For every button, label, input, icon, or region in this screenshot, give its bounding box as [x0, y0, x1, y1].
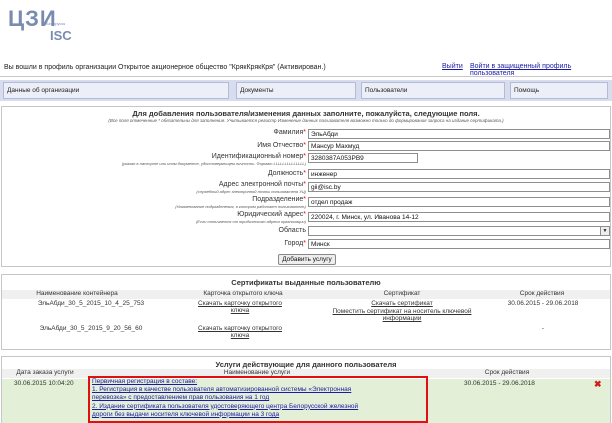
- container-name: ЭльАбди_30_5_2015_9_20_56_60: [39, 325, 143, 332]
- service-link-item[interactable]: перевозка» с предоставлением прав пользо…: [92, 394, 422, 402]
- field-label: Юридический адрес*: [237, 211, 306, 218]
- city-input[interactable]: Минск: [308, 239, 610, 249]
- field-label: Должность*: [267, 170, 306, 177]
- field-hint: (служебный адрес электронной почты польз…: [196, 189, 306, 194]
- service-link-item[interactable]: дороги без выдачи носителя ключевой инфо…: [92, 411, 422, 419]
- download-key-card-link[interactable]: Скачать карточку открытого ключа: [192, 325, 288, 339]
- logo-tiny: Белорусск: [46, 21, 66, 26]
- place-cert-link[interactable]: Поместить сертификат на носитель ключево…: [314, 308, 490, 322]
- validity-period: 30.06.2015 - 29.06.2018: [507, 300, 579, 307]
- main-nav: Данные об организации Документы Пользова…: [0, 80, 612, 101]
- service-link-item[interactable]: 2. Издание сертификата пользователя удос…: [92, 403, 422, 411]
- field-label: Фамилия*: [273, 129, 306, 136]
- form-title: Для добавления пользователя/изменения да…: [132, 109, 480, 118]
- certificates-section: Сертификаты выданные пользователю Наимен…: [1, 274, 611, 350]
- delete-icon[interactable]: ✖: [594, 379, 602, 390]
- divider: [0, 76, 612, 77]
- column-header: Карточка открытого ключа: [203, 290, 283, 297]
- service-link-title[interactable]: Первичная регистрация в составе:: [92, 378, 422, 386]
- service-link-item[interactable]: 1. Регистрация в качестве пользователя а…: [92, 386, 422, 394]
- column-header: Срок действия: [519, 290, 565, 297]
- download-key-card-link[interactable]: Скачать карточку открытого ключа: [192, 300, 288, 314]
- department-input[interactable]: отдел продаж: [308, 197, 610, 207]
- table-row: ЭльАбди_30_5_2015_10_4_25_753 Скачать ка…: [2, 300, 610, 325]
- field-label: Идентификационный номер*: [211, 153, 306, 160]
- field-hint: (Если отличается от юридического адреса …: [195, 219, 306, 224]
- nav-documents[interactable]: Документы: [236, 82, 356, 99]
- column-header: Дата заказа услуги: [16, 369, 74, 376]
- validity-period: -: [541, 325, 545, 332]
- logo: ЦЗИ Белорусск ISC: [8, 6, 78, 50]
- chevron-down-icon[interactable]: ▼: [600, 227, 609, 235]
- field-hint: (указан в паспорте или ином документе, у…: [121, 161, 306, 166]
- field-label: Область: [278, 227, 306, 234]
- download-cert-link[interactable]: Скачать сертификат: [362, 300, 442, 307]
- logo-sub: ISC: [50, 28, 72, 43]
- login-status: Вы вошли в профиль организации Открытое …: [4, 64, 326, 71]
- certificates-title: Сертификаты выданные пользователю: [231, 278, 381, 287]
- service-period: 30.06.2015 - 29.06.2018: [464, 380, 535, 387]
- certificates-header: Наименование контейнера Карточка открыто…: [2, 290, 610, 299]
- protected-profile-link[interactable]: Войти в защищенный профиль пользователя: [470, 63, 612, 77]
- order-date: 30.06.2015 10:04:20: [14, 380, 74, 387]
- header: ЦЗИ Белорусск ISC: [0, 0, 612, 56]
- exit-link[interactable]: Выйти: [442, 63, 463, 70]
- field-label: Имя Отчество*: [257, 142, 306, 149]
- service-description: Первичная регистрация в составе: 1. Реги…: [92, 378, 422, 419]
- container-name: ЭльАбди_30_5_2015_10_4_25_753: [37, 300, 145, 307]
- form-note: (Все поля отмеченные * обязательны для з…: [108, 118, 504, 123]
- legal-address-input[interactable]: 220024, г. Минск, ул. Иванова 14-12: [308, 212, 610, 222]
- column-header: Наименование услуги: [223, 369, 291, 376]
- field-hint: (Наименование подразделения, в котором р…: [175, 204, 306, 209]
- field-label: Подразделение*: [252, 196, 306, 203]
- nav-help[interactable]: Помощь: [510, 82, 608, 99]
- add-service-button[interactable]: Добавить услугу: [278, 254, 336, 265]
- surname-input[interactable]: ЭльАбди: [308, 129, 610, 139]
- column-header: Наименование контейнера: [36, 290, 118, 297]
- column-header: Сертификат: [383, 290, 421, 297]
- position-input[interactable]: инженер: [308, 169, 610, 179]
- services-title: Услуги действующие для данного пользоват…: [215, 360, 397, 369]
- id-number-input[interactable]: 3280387A053PB9: [308, 153, 418, 163]
- region-select[interactable]: ▼: [308, 226, 610, 236]
- field-label: Адрес электронной почты*: [218, 181, 306, 188]
- table-row: ЭльАбди_30_5_2015_9_20_56_60 Скачать кар…: [2, 325, 610, 345]
- name-input[interactable]: Мансур Махмуд: [308, 141, 610, 151]
- field-label: Город*: [284, 240, 306, 247]
- nav-users[interactable]: Пользователи: [361, 82, 505, 99]
- email-input[interactable]: gii@isc.by: [308, 182, 610, 192]
- column-header: Срок действия: [484, 369, 530, 376]
- nav-organization-data[interactable]: Данные об организации: [3, 82, 229, 99]
- user-form-section: Для добавления пользователя/изменения да…: [1, 106, 611, 267]
